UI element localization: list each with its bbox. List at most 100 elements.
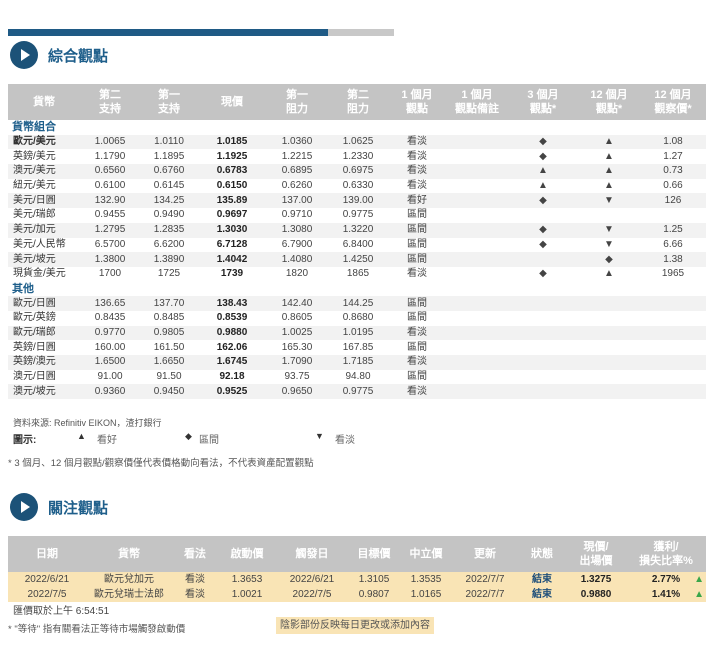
currency-pair: 紐元/美元 xyxy=(13,180,56,192)
overview-table: 貨幣 第二 支持 第一 支持 現價 第一 阻力 第二 阻力 1 個月 觀點 1 個月 觀點備註… xyxy=(8,84,706,400)
view-1m: 區間 xyxy=(407,209,427,221)
view-1m: 看淡 xyxy=(388,384,446,400)
target-price: 0.9807 xyxy=(348,587,400,602)
current-price: 0.6783 xyxy=(198,164,266,179)
note-1m xyxy=(446,222,508,238)
resistance-2: 0.6330 xyxy=(342,180,374,192)
view-1m: 區間 xyxy=(407,312,427,324)
bull-icon: ▲ xyxy=(77,431,86,441)
view-1m: 區間 xyxy=(388,222,446,238)
current-price: 135.89 xyxy=(198,193,266,209)
target-12m: 1.25 xyxy=(640,222,706,238)
table-row: 現貨金/美元 1700 1725 1739 1820 1865 看淡 ◆ ▲ 1965 xyxy=(8,267,706,282)
note-1m xyxy=(446,340,508,355)
view-1m: 看淡 xyxy=(407,180,427,192)
view-3m-icon: ◆ xyxy=(508,134,578,150)
column-header: 第二 支持 xyxy=(80,84,140,120)
resistance-1: 1820 xyxy=(285,268,309,280)
currency-pair: 美元/人民幣 xyxy=(13,238,66,250)
view-12m-icon: ▲ xyxy=(578,134,640,150)
entry-price: 1.0021 xyxy=(218,587,276,602)
section-title: 關注觀點 xyxy=(48,499,109,517)
view-1m: 看淡 xyxy=(388,325,446,341)
play-circle-icon xyxy=(10,41,38,69)
view-1m: 區間 xyxy=(407,238,427,250)
view-12m-icon: ▲ xyxy=(604,268,614,280)
resistance-1: 1.7090 xyxy=(266,355,328,370)
currency-pair: 歐元/美元 xyxy=(8,134,80,150)
column-header: 貨幣 xyxy=(86,536,172,572)
target-12m: 1965 xyxy=(661,268,685,280)
resistance-1: 165.30 xyxy=(281,341,313,353)
price-time: 匯價取於上午 6:54:51 xyxy=(13,606,110,617)
resistance-2: 1.2330 xyxy=(342,150,374,162)
neutral-price: 1.3535 xyxy=(400,572,452,587)
column-header: 目標價 xyxy=(348,536,400,572)
note-1m xyxy=(446,149,508,164)
current-price: 0.9880 xyxy=(198,325,266,341)
current-price: 1.6745 xyxy=(198,355,266,370)
view-3m-icon xyxy=(508,296,578,311)
support-1: 0.9490 xyxy=(153,209,185,221)
currency-pair: 澳元/日圓 xyxy=(13,371,56,383)
current-price: 0.8539 xyxy=(216,312,248,324)
status: 結束 xyxy=(518,572,566,587)
support-2: 160.00 xyxy=(94,341,126,353)
support-1: 91.50 xyxy=(156,371,182,383)
support-2: 1.2795 xyxy=(80,222,140,238)
current-price: 0.9697 xyxy=(216,209,248,221)
currency-pair: 美元/坡元 xyxy=(8,252,80,267)
column-header: 1 個月 觀點 xyxy=(388,84,446,120)
table-row: 澳元/坡元 0.9360 0.9450 0.9525 0.9650 0.9775 看淡 xyxy=(8,384,706,400)
currency-pair: 英鎊/澳元 xyxy=(8,355,80,370)
wait-note: * "等待" 指有關看法正等待市場觸發啟動價 xyxy=(8,624,186,635)
table-row: 2022/6/21 歐元兌加元 看淡 1.3653 2022/6/21 1.3105 1.3… xyxy=(8,572,706,587)
table-row: 美元/加元 1.2795 1.2835 1.3030 1.3080 1.3220 區間 ◆ ▼ 1… xyxy=(8,222,706,238)
note-1m xyxy=(446,164,508,179)
support-2: 0.9770 xyxy=(80,325,140,341)
currency-pair: 英鎊/日圓 xyxy=(13,341,56,353)
table-row: 美元/瑞郎 0.9455 0.9490 0.9697 0.9710 0.9775 區間 xyxy=(8,208,706,223)
resistance-2: 94.80 xyxy=(345,371,371,383)
neutral-icon: ◆ xyxy=(185,431,192,441)
view-1m: 看淡 xyxy=(388,355,446,370)
resistance-2: 139.00 xyxy=(328,193,388,209)
support-1: 1.0110 xyxy=(140,134,198,150)
updated-date: 2022/7/7 xyxy=(452,587,518,602)
support-1: 0.8485 xyxy=(153,312,185,324)
progress-bar xyxy=(8,29,394,36)
column-header: 貨幣 xyxy=(8,84,80,120)
resistance-1: 0.9650 xyxy=(266,384,328,400)
currency-pair: 美元/瑞郎 xyxy=(13,209,56,221)
group-row: 貨幣組合 xyxy=(8,120,706,135)
table-row: 英鎊/日圓 160.00 161.50 162.06 165.30 167.85 區間 xyxy=(8,340,706,355)
table-row: 歐元/英鎊 0.8435 0.8485 0.8539 0.8605 0.8680 區間 xyxy=(8,311,706,326)
column-header: 第二 阻力 xyxy=(328,84,388,120)
support-1: 1725 xyxy=(157,268,181,280)
view-12m-icon: ▼ xyxy=(604,238,614,250)
column-header: 觸發日 xyxy=(276,536,348,572)
support-1: 0.9450 xyxy=(140,384,198,400)
gain-arrow-icon: ▲ xyxy=(694,588,704,600)
view: 看淡 xyxy=(172,572,218,587)
view-12m-icon: ◆ xyxy=(578,252,640,267)
column-header: 1 個月 觀點備註 xyxy=(446,84,508,120)
currency-pair: 歐元/瑞郎 xyxy=(8,325,80,341)
table-header-row: 日期 貨幣 看法 啟動價 觸發日 目標價 中立價 更新 狀態 現價/ 出場價 獲利/ 損失比率% xyxy=(8,536,706,572)
table-header-row: 貨幣 第二 支持 第一 支持 現價 第一 阻力 第二 阻力 1 個月 觀點 1 個月 觀點備註… xyxy=(8,84,706,120)
resistance-1: 0.6260 xyxy=(281,180,313,192)
support-2: 0.9360 xyxy=(80,384,140,400)
column-header: 12 個月 觀點* xyxy=(578,84,640,120)
table-row: 歐元/瑞郎 0.9770 0.9805 0.9880 1.0025 1.0195 看淡 xyxy=(8,325,706,341)
currency-pair: 澳元/美元 xyxy=(8,164,80,179)
note-1m xyxy=(446,296,508,311)
column-header: 12 個月 觀察價* xyxy=(640,84,706,120)
resistance-2: 1.0195 xyxy=(328,325,388,341)
target-12m xyxy=(640,355,706,370)
support-2: 0.6100 xyxy=(94,180,126,192)
resistance-2: 6.8400 xyxy=(342,238,374,250)
shade-note: 陰影部份反映每日更改或添加內容 xyxy=(276,617,434,634)
table-row: 澳元/美元 0.6560 0.6760 0.6783 0.6895 0.6975 看淡 ▲ ▲ 0… xyxy=(8,164,706,179)
note-1m xyxy=(446,267,508,282)
column-header: 獲利/ 損失比率% xyxy=(626,536,706,572)
